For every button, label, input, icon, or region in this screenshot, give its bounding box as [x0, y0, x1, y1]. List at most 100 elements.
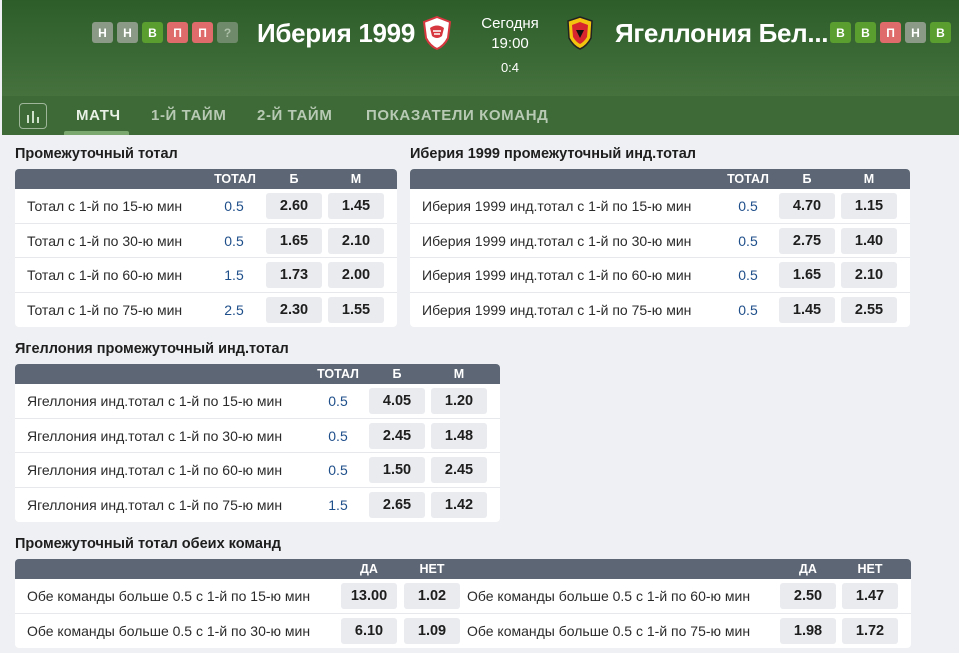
- odd-under-button[interactable]: 1.48: [431, 422, 487, 449]
- market-row: Тотал с 1-й по 75-ю мин 2.5 2.30 1.55: [15, 293, 397, 328]
- market-row: Тотал с 1-й по 60-ю мин 1.5 1.73 2.00: [15, 258, 397, 293]
- row-total: 2.5: [224, 301, 244, 318]
- col-under: М: [350, 172, 362, 186]
- tab-second-half[interactable]: 2-Й ТАЙМ: [257, 107, 332, 124]
- home-team-name[interactable]: Иберия 1999: [257, 18, 415, 49]
- odd-yes-button[interactable]: 1.98: [780, 617, 836, 644]
- col-no: НЕТ: [419, 562, 445, 576]
- odd-under-button[interactable]: 2.10: [841, 262, 897, 288]
- market-total: ТОТАЛ Б М Тотал с 1-й по 15-ю мин 0.5 2.…: [15, 169, 397, 327]
- market-header: ДА НЕТ ДА НЕТ: [15, 559, 911, 579]
- odd-no-button[interactable]: 1.09: [404, 617, 460, 644]
- home-crest-icon: [422, 16, 452, 50]
- market-row: Ягеллония инд.тотал с 1-й по 30-ю мин 0.…: [15, 419, 500, 453]
- row-total: 0.5: [328, 427, 348, 444]
- market-header: ТОТАЛ Б М: [15, 364, 500, 384]
- row-total: 0.5: [738, 301, 758, 318]
- odd-over-button[interactable]: 4.05: [369, 388, 425, 414]
- away-team-name[interactable]: Ягеллония Бел...: [615, 18, 828, 49]
- market-row: Иберия 1999 инд.тотал с 1-й по 15-ю мин …: [410, 189, 910, 224]
- odd-no-button[interactable]: 1.47: [842, 583, 898, 609]
- match-score: 0:4: [500, 60, 520, 75]
- market-row: Обе команды больше 0.5 с 1-й по 15-ю мин…: [15, 579, 911, 614]
- row-name: Обе команды больше 0.5 с 1-й по 60-ю мин: [467, 588, 751, 604]
- market-header: ТОТАЛ Б М: [15, 169, 397, 189]
- odd-over-button[interactable]: 4.70: [779, 193, 835, 219]
- odd-under-button[interactable]: 2.55: [841, 296, 897, 323]
- odd-over-button[interactable]: 2.60: [266, 193, 322, 219]
- odd-yes-button[interactable]: 13.00: [341, 583, 397, 609]
- form-badge: П: [167, 22, 188, 43]
- away-crest-icon: [567, 16, 593, 50]
- odd-over-button[interactable]: 2.45: [369, 422, 425, 449]
- odd-over-button[interactable]: 1.45: [779, 296, 835, 323]
- tab-match[interactable]: МАТЧ: [76, 107, 121, 124]
- match-time: Сегодня 19:00 0:4: [468, 14, 552, 78]
- odd-no-button[interactable]: 1.02: [404, 583, 460, 609]
- active-tab-indicator: [64, 131, 129, 135]
- odd-under-button[interactable]: 1.55: [328, 296, 384, 323]
- form-badge: ?: [217, 22, 238, 43]
- odd-over-button[interactable]: 2.65: [369, 491, 425, 518]
- row-name: Обе команды больше 0.5 с 1-й по 30-ю мин: [27, 622, 311, 639]
- row-name: Иберия 1999 инд.тотал с 1-й по 60-ю мин: [422, 267, 692, 283]
- row-total: 0.5: [328, 393, 348, 409]
- market-row: Иберия 1999 инд.тотал с 1-й по 30-ю мин …: [410, 224, 910, 258]
- row-name: Ягеллония инд.тотал с 1-й по 75-ю мин: [27, 496, 283, 513]
- row-name: Тотал с 1-й по 30-ю мин: [27, 232, 183, 249]
- form-badge: П: [880, 22, 901, 43]
- odd-over-button[interactable]: 1.50: [369, 457, 425, 483]
- odd-yes-button[interactable]: 2.50: [780, 583, 836, 609]
- col-over: Б: [392, 367, 402, 381]
- col-total: ТОТАЛ: [727, 172, 769, 186]
- odd-under-button[interactable]: 2.00: [328, 262, 384, 288]
- market-row: Ягеллония инд.тотал с 1-й по 15-ю мин 0.…: [15, 384, 500, 419]
- tab-team-stats[interactable]: ПОКАЗАТЕЛИ КОМАНД: [366, 107, 548, 124]
- home-form: Н Н В П П ?: [92, 22, 238, 43]
- row-name: Ягеллония инд.тотал с 1-й по 30-ю мин: [27, 427, 283, 444]
- market-away-ind-total: ТОТАЛ Б М Ягеллония инд.тотал с 1-й по 1…: [15, 364, 500, 522]
- odd-over-button[interactable]: 1.65: [779, 262, 835, 288]
- row-total: 0.5: [224, 232, 244, 249]
- col-yes: ДА: [799, 562, 817, 576]
- odd-over-button[interactable]: 1.73: [266, 262, 322, 288]
- row-total: 0.5: [328, 462, 348, 478]
- row-name: Ягеллония инд.тотал с 1-й по 15-ю мин: [27, 393, 283, 409]
- form-badge: П: [192, 22, 213, 43]
- odd-under-button[interactable]: 1.45: [328, 193, 384, 219]
- odd-under-button[interactable]: 2.45: [431, 457, 487, 483]
- col-total: ТОТАЛ: [214, 172, 256, 186]
- col-no: НЕТ: [857, 562, 883, 576]
- odd-over-button[interactable]: 2.75: [779, 227, 835, 254]
- odd-over-button[interactable]: 2.30: [266, 296, 322, 323]
- bar-chart-icon[interactable]: [19, 103, 47, 129]
- odd-no-button[interactable]: 1.72: [842, 617, 898, 644]
- col-yes: ДА: [360, 562, 378, 576]
- odd-under-button[interactable]: 1.20: [431, 388, 487, 414]
- market-both-teams: ДА НЕТ ДА НЕТ Обе команды больше 0.5 с 1…: [15, 559, 911, 648]
- odd-under-button[interactable]: 1.42: [431, 491, 487, 518]
- odd-yes-button[interactable]: 6.10: [341, 617, 397, 644]
- row-name: Обе команды больше 0.5 с 1-й по 15-ю мин: [27, 588, 311, 604]
- form-badge: В: [142, 22, 163, 43]
- row-total: 0.5: [738, 232, 758, 249]
- form-badge: В: [855, 22, 876, 43]
- odd-over-button[interactable]: 1.65: [266, 227, 322, 254]
- row-total: 1.5: [328, 496, 348, 513]
- row-name: Тотал с 1-й по 75-ю мин: [27, 301, 183, 318]
- odd-under-button[interactable]: 1.40: [841, 227, 897, 254]
- form-badge: В: [830, 22, 851, 43]
- market-title: Промежуточный тотал: [15, 146, 178, 162]
- market-row: Обе команды больше 0.5 с 1-й по 30-ю мин…: [15, 614, 911, 649]
- col-over: Б: [802, 172, 812, 186]
- odd-under-button[interactable]: 1.15: [841, 193, 897, 219]
- market-header: ТОТАЛ Б М: [410, 169, 910, 189]
- match-day: Сегодня: [481, 15, 539, 32]
- tab-first-half[interactable]: 1-Й ТАЙМ: [151, 107, 226, 124]
- row-total: 0.5: [738, 267, 758, 283]
- odd-under-button[interactable]: 2.10: [328, 227, 384, 254]
- market-title: Иберия 1999 промежуточный инд.тотал: [410, 146, 696, 162]
- row-name: Тотал с 1-й по 60-ю мин: [27, 267, 183, 283]
- row-total: 0.5: [224, 198, 244, 214]
- col-over: Б: [289, 172, 299, 186]
